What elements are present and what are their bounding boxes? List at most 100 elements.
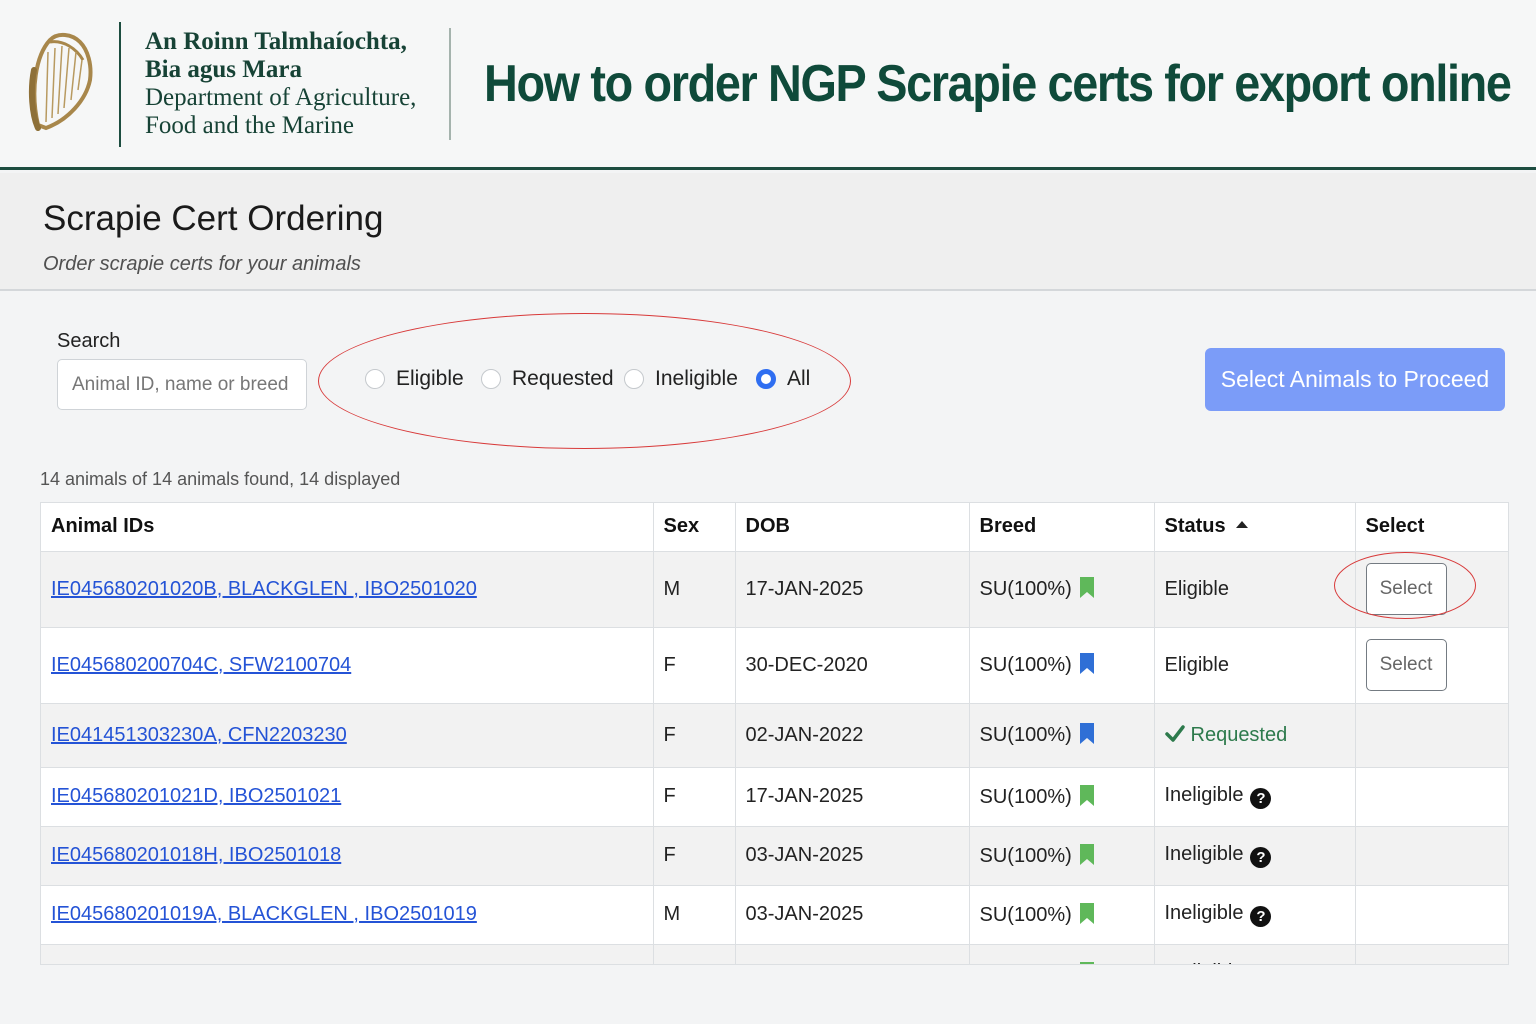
column-header-label: Sex (663, 515, 700, 538)
column-header-label: Status (1164, 515, 1226, 538)
bookmark-icon (1079, 843, 1094, 865)
cell-animal-ids: IE045680201021D, IBO2501021 (41, 767, 654, 827)
harp-icon (28, 33, 93, 131)
search-input[interactable] (57, 359, 307, 410)
cell-dob: 03-JAN-2025 (735, 885, 970, 945)
cell-breed: SU(100%) (969, 627, 1155, 704)
table-row: IE045680201018H, IBO2501018 F 03-JAN-2025 S… (41, 826, 1508, 886)
question-circle-icon[interactable]: ? (1250, 788, 1272, 809)
cell-sex: F (653, 627, 736, 704)
bookmark-icon (1079, 653, 1094, 674)
radio-eligible[interactable]: Eligible (365, 367, 464, 391)
status-text: Eligible (1164, 577, 1229, 600)
table-body: IE045680201020B, BLACKGLEN , IBO2501020 M… (41, 551, 1508, 964)
animal-id-link[interactable]: IE045680201019A, BLACKGLEN , IBO2501019 (51, 903, 477, 925)
animal-id-link[interactable]: IE045680201021D, IBO2501021 (51, 785, 341, 807)
cell-status: Ineligible? (1154, 944, 1356, 964)
cell-status: Eligible (1154, 551, 1356, 628)
cell-sex: F (653, 703, 736, 768)
cell-dob: 03-JAN-2025 (735, 826, 970, 886)
radio-circle[interactable] (365, 369, 385, 389)
page-bottom-cutoff (0, 965, 1536, 1024)
logo-divider (119, 22, 121, 147)
column-header-label: DOB (745, 515, 790, 538)
select-button[interactable]: Select (1365, 563, 1447, 615)
cell-status: Ineligible? (1154, 885, 1356, 945)
radio-ineligible[interactable]: Ineligible (624, 367, 738, 391)
department-logo-text: An Roinn Talmhaíochta, Bia agus Mara Dep… (145, 28, 416, 140)
radio-label: Eligible (396, 367, 464, 390)
table-row: IE045680200704C, SFW2100704 F 30-DEC-2020 S… (41, 627, 1508, 704)
cell-breed: SU(100%) (969, 944, 1155, 964)
cell-breed: SU(100%) (969, 826, 1155, 886)
animals-table: Animal IDs Sex DOB Breed Status Select I… (41, 503, 1508, 964)
logo-line-2: Bia agus Mara (145, 56, 302, 83)
column-header-label: Breed (979, 515, 1037, 538)
table-row: IE045680201017F, IBO2501017F01-JAN-2025S… (41, 944, 1508, 964)
radio-label: Ineligible (655, 367, 738, 390)
column-header-sex[interactable]: Sex (653, 503, 736, 552)
select-animals-to-proceed-button[interactable]: Select Animals to Proceed (1205, 348, 1505, 411)
table-row: IE045680201020B, BLACKGLEN , IBO2501020 M… (41, 551, 1508, 628)
cell-dob: 17-JAN-2025 (735, 551, 970, 628)
breed-text: SU(100%) (979, 903, 1072, 926)
banner-title: How to order NGP Scrapie certs for expor… (484, 55, 1512, 113)
radio-all[interactable]: All (756, 367, 810, 391)
bookmark-icon (1079, 784, 1094, 806)
column-header-dob[interactable]: DOB (735, 503, 970, 552)
result-count: 14 animals of 14 animals found, 14 displ… (40, 469, 401, 489)
breed-text: SU(100%) (979, 724, 1072, 746)
logo-line-1: An Roinn Talmhaíochta, (145, 28, 407, 55)
cell-animal-ids: IE045680200704C, SFW2100704 (41, 627, 654, 704)
search-label: Search (57, 330, 121, 352)
radio-requested[interactable]: Requested (481, 367, 614, 391)
breed-text: SU(100%) (979, 844, 1072, 867)
banner: An Roinn Talmhaíochta, Bia agus Mara Dep… (0, 0, 1536, 170)
question-circle-icon[interactable]: ? (1250, 906, 1272, 927)
status-text: Eligible (1164, 653, 1229, 676)
animal-id-link[interactable]: IE041451303230A, CFN2203230 (51, 724, 347, 746)
cell-dob: 17-JAN-2025 (735, 767, 970, 827)
sort-ascending-icon[interactable] (1235, 521, 1248, 529)
status-text: Ineligible (1164, 902, 1244, 924)
radio-label: Requested (512, 367, 614, 390)
column-header-animal-ids[interactable]: Animal IDs (41, 503, 654, 552)
logo-line-4: Food and the Marine (145, 112, 354, 139)
cell-sex: M (653, 551, 736, 628)
animal-id-link[interactable]: IE045680201018H, IBO2501018 (51, 844, 341, 866)
select-button[interactable]: Select (1365, 639, 1447, 691)
animal-id-link[interactable]: IE045680201020B, BLACKGLEN , IBO2501020 (51, 578, 477, 600)
cell-status: Ineligible? (1154, 826, 1356, 886)
cell-dob: 02-JAN-2022 (735, 703, 970, 768)
cell-animal-ids: IE041451303230A, CFN2203230 (41, 703, 654, 768)
cell-breed: SU(100%) (969, 885, 1155, 945)
table-row: IE045680201021D, IBO2501021 F 17-JAN-2025 S… (41, 767, 1508, 827)
status-text: Ineligible (1164, 784, 1244, 806)
cell-select: Select (1355, 627, 1508, 704)
cell-select (1355, 767, 1508, 827)
radio-circle[interactable] (481, 369, 501, 389)
cell-animal-ids: IE045680201017F, IBO2501017 (41, 944, 654, 964)
cell-animal-ids: IE045680201019A, BLACKGLEN , IBO2501019 (41, 885, 654, 945)
cell-select (1355, 826, 1508, 886)
check-icon (1164, 724, 1185, 742)
page-title: Scrapie Cert Ordering (43, 199, 384, 238)
column-header-breed[interactable]: Breed (969, 503, 1155, 552)
cell-dob: 30-DEC-2020 (735, 627, 970, 704)
cell-sex: F (653, 944, 736, 964)
bookmark-icon (1079, 577, 1094, 598)
breed-text: SU(100%) (979, 785, 1072, 808)
question-circle-icon[interactable]: ? (1250, 847, 1272, 868)
page-header: Scrapie Cert Ordering Order scrapie cert… (0, 173, 1536, 291)
animal-id-link[interactable]: IE045680200704C, SFW2100704 (51, 654, 351, 676)
cell-sex: F (653, 767, 736, 827)
cell-animal-ids: IE045680201018H, IBO2501018 (41, 826, 654, 886)
cell-select (1355, 703, 1508, 768)
cell-select (1355, 885, 1508, 945)
column-header-status[interactable]: Status (1154, 503, 1356, 552)
table-header-row: Animal IDs Sex DOB Breed Status Select (41, 503, 1508, 552)
radio-label: All (787, 367, 811, 390)
radio-circle[interactable] (756, 369, 776, 389)
cell-breed: SU(100%) (969, 767, 1155, 827)
radio-circle[interactable] (624, 369, 644, 389)
